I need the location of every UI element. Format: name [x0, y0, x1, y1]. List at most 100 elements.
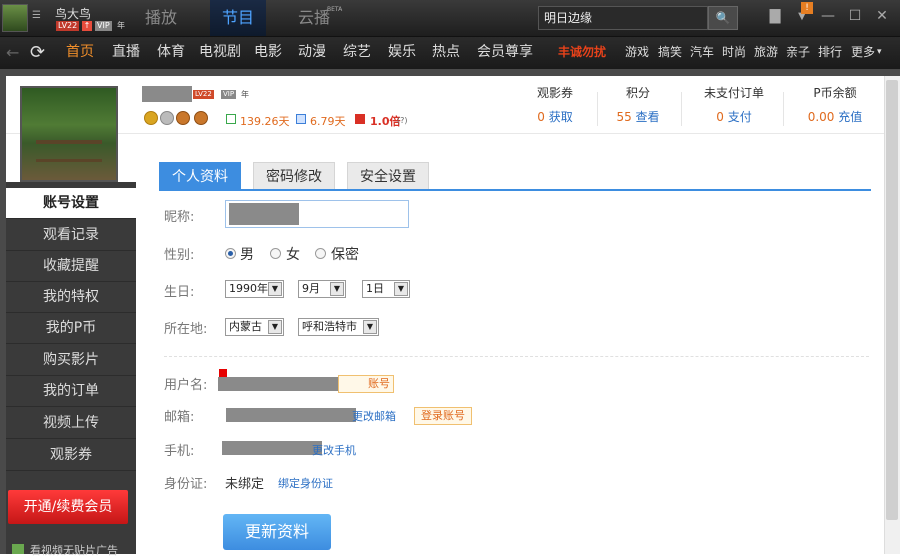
speed-multiplier: 1.0倍 — [370, 115, 401, 128]
year-mark: 年 — [117, 21, 125, 30]
nav-travel[interactable]: 旅游 — [754, 36, 778, 69]
change-phone-link[interactable]: 更改手机 — [312, 444, 356, 457]
gender-label: 性别: — [164, 248, 195, 263]
profile-photo[interactable] — [20, 86, 118, 182]
gender-secret-label[interactable]: 保密 — [331, 244, 359, 264]
pay-link[interactable]: 支付 — [728, 110, 752, 124]
change-email-link[interactable]: 更改邮箱 — [352, 410, 396, 423]
refresh-icon[interactable]: ⟳ — [30, 36, 45, 69]
tab-password[interactable]: 密码修改 — [253, 162, 335, 190]
vip-renew-button[interactable]: 开通/续费会员 — [8, 490, 128, 524]
close-icon[interactable]: ✕ — [872, 8, 892, 24]
username[interactable]: 鸟大鸟 — [55, 5, 91, 22]
tab-security[interactable]: 安全设置 — [347, 162, 429, 190]
nav-home[interactable]: 首页 — [66, 36, 94, 69]
back-icon[interactable]: ← — [6, 36, 19, 69]
login-account-tag: 登录账号 — [414, 407, 472, 425]
vip-badge: VIP — [221, 90, 237, 99]
silver-medal-icon — [160, 111, 174, 125]
nav-ent[interactable]: 娱乐 — [388, 36, 416, 69]
notification-badge: ! — [801, 2, 813, 14]
gender-female-label[interactable]: 女 — [286, 244, 300, 264]
level-badge: LV22 — [193, 90, 214, 99]
help-icon[interactable]: (?) — [397, 116, 408, 125]
change-email-clip: 更改邮箱 — [344, 408, 396, 424]
tab-programs[interactable]: 节目 — [210, 0, 266, 36]
coupon-value: 0 获取 — [537, 110, 573, 124]
username-label: 用户名: — [164, 378, 208, 393]
coupon-get-link[interactable]: 获取 — [549, 110, 573, 124]
avatar[interactable] — [2, 4, 28, 32]
nickname-label: 昵称: — [164, 210, 195, 225]
nav-anime[interactable]: 动漫 — [298, 36, 326, 69]
nav-promo[interactable]: 丰诚勿扰 — [558, 36, 606, 69]
ad-free-text[interactable]: 看视频无贴片广告 — [30, 542, 118, 558]
nav-hot[interactable]: 热点 — [432, 36, 460, 69]
sidebar-item-upload[interactable]: 视频上传 — [6, 408, 136, 439]
nav-more[interactable]: 更多 — [851, 36, 875, 69]
tab-play[interactable]: 播放 — [134, 0, 188, 36]
gender-male-radio[interactable] — [225, 248, 236, 259]
location-label: 所在地: — [164, 322, 208, 337]
speedup-icon — [355, 114, 365, 124]
city-select[interactable]: 呼和浩特市 ▼ — [298, 318, 379, 336]
gender-secret-radio[interactable] — [315, 248, 326, 259]
menu-icon[interactable]: ☰ — [32, 10, 41, 21]
nav-movie[interactable]: 电影 — [254, 36, 282, 69]
province-select[interactable]: 内蒙古 ▼ — [225, 318, 284, 336]
vip-days: 6.79天 — [310, 115, 346, 128]
sidebar-item-orders[interactable]: 我的订单 — [6, 376, 136, 407]
sidebar-item-history[interactable]: 观看记录 — [6, 220, 136, 251]
sidebar-item-favorites[interactable]: 收藏提醒 — [6, 251, 136, 282]
idcard-label: 身份证: — [164, 477, 208, 492]
nav-auto[interactable]: 汽车 — [690, 36, 714, 69]
nav-sports[interactable]: 体育 — [157, 36, 185, 69]
chevron-down-icon[interactable]: ▾ — [877, 36, 882, 69]
gender-male-label[interactable]: 男 — [240, 244, 254, 264]
sidebar-item-privileges[interactable]: 我的特权 — [6, 282, 136, 313]
nav-fashion[interactable]: 时尚 — [722, 36, 746, 69]
tab-profile[interactable]: 个人资料 — [159, 162, 241, 190]
gender-female-radio[interactable] — [270, 248, 281, 259]
content-panel — [6, 76, 884, 554]
online-days: 139.26天 — [240, 115, 290, 128]
pcoin-label: P币余额 — [813, 86, 857, 100]
maximize-icon[interactable]: ☐ — [845, 8, 865, 24]
ad-icon — [12, 544, 24, 554]
nav-family[interactable]: 亲子 — [786, 36, 810, 69]
scrollbar-thumb[interactable] — [886, 80, 898, 520]
points-view-link[interactable]: 查看 — [636, 110, 660, 124]
phone-label: 手机: — [164, 444, 195, 459]
sidebar-item-buy[interactable]: 购买影片 — [6, 345, 136, 376]
sidebar-item-pcoin[interactable]: 我的P币 — [6, 313, 136, 344]
sidebar-item-account[interactable]: 账号设置 — [6, 188, 136, 219]
chevron-down-icon: ▼ — [330, 282, 344, 296]
nav-live[interactable]: 直播 — [112, 36, 140, 69]
nav-funny[interactable]: 搞笑 — [658, 36, 682, 69]
search-icon[interactable]: 🔍 — [708, 6, 738, 30]
message-icon[interactable]: ▇ — [765, 8, 785, 24]
online-time-icon — [226, 114, 236, 124]
nav-tv[interactable]: 电视剧 — [199, 36, 241, 69]
unpaid-label: 未支付订单 — [703, 86, 764, 100]
marker — [219, 369, 227, 377]
sidebar-item-coupons[interactable]: 观影券 — [6, 440, 136, 471]
chevron-down-icon: ▼ — [268, 320, 282, 334]
search-input[interactable]: 明日边缘 — [538, 6, 708, 30]
username-redacted — [218, 377, 338, 391]
birth-year-select[interactable]: 1990年 ▼ — [225, 280, 284, 298]
idcard-status: 未绑定 — [225, 477, 265, 492]
birth-day-select[interactable]: 1日 ▼ — [362, 280, 410, 298]
bind-idcard-link[interactable]: 绑定身份证 — [278, 475, 333, 491]
nav-rank[interactable]: 排行 — [818, 36, 842, 69]
bronze-medal-icon — [194, 111, 208, 125]
nav-games[interactable]: 游戏 — [625, 36, 649, 69]
nav-variety[interactable]: 综艺 — [343, 36, 371, 69]
update-profile-button[interactable]: 更新资料 — [223, 514, 331, 550]
nav-vip[interactable]: 会员尊享 — [477, 36, 533, 69]
points-label: 积分 — [625, 86, 650, 100]
birth-month-select[interactable]: 9月 ▼ — [298, 280, 346, 298]
minimize-icon[interactable]: — — [818, 8, 838, 24]
recharge-link[interactable]: 充值 — [838, 110, 862, 124]
bench-image — [36, 140, 102, 162]
